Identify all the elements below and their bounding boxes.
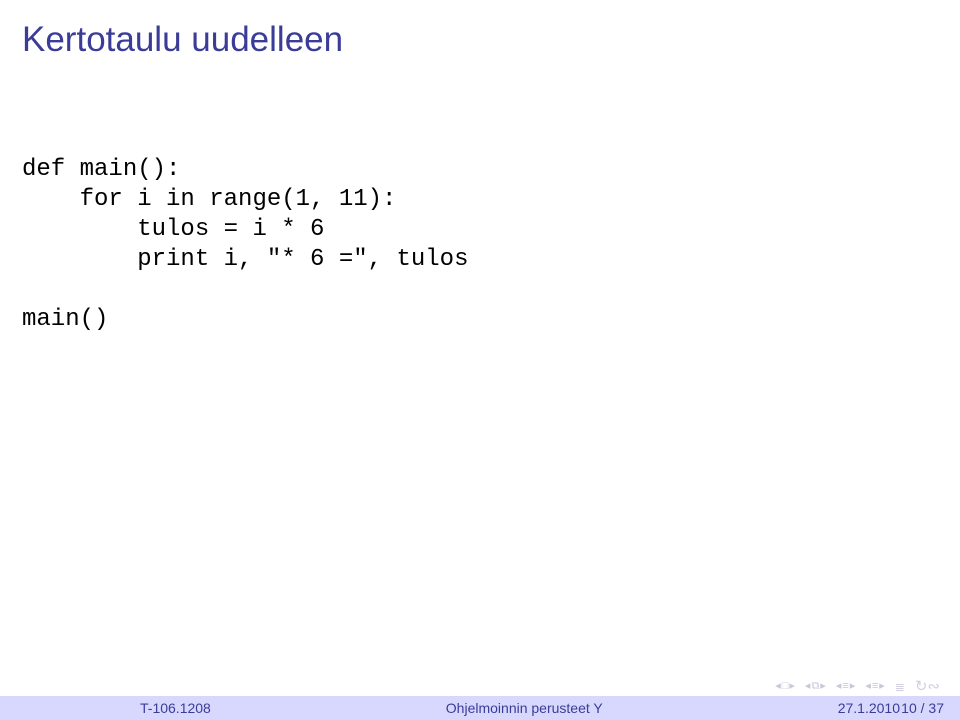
footer-course-name: Ohjelmoinnin perusteet Y [211,700,838,716]
footer-course-code: T-106.1208 [0,700,211,716]
bars-end-icon[interactable]: ≣ [895,681,905,693]
footer-bar: T-106.1208 Ohjelmoinnin perusteet Y 27.1… [0,696,960,720]
triangle-left-icon: ◂ [805,681,811,692]
loop-icon[interactable]: ↻∾ [915,679,940,694]
bars-icon: ≡ [872,681,878,692]
triangle-left-icon: ◂ [836,681,842,692]
bars-icon: ≡ [842,681,848,692]
triangle-left-icon: ◂ [775,681,781,692]
triangle-right-icon: ▸ [820,681,826,692]
nav-back-group[interactable]: ◂ ≡ ▸ [836,681,855,692]
footer-page-number: 10 / 37 [901,700,944,716]
triangle-right-icon: ▸ [789,681,795,692]
triangle-right-icon: ▸ [879,681,885,692]
slide-title: Kertotaulu uudelleen [22,20,343,60]
nav-forward-group[interactable]: ◂ ≡ ▸ [865,681,884,692]
slide: Kertotaulu uudelleen def main(): for i i… [0,0,960,720]
triangle-left-icon: ◂ [865,681,871,692]
nav-prev-group[interactable]: ◂ ⧉ ▸ [805,681,826,692]
nav-first-group[interactable]: ◂ □ ▸ [775,681,795,692]
square-icon: □ [782,681,789,692]
double-page-icon: ⧉ [811,681,819,692]
triangle-right-icon: ▸ [850,681,856,692]
nav-icons: ◂ □ ▸ ◂ ⧉ ▸ ◂ ≡ ▸ ◂ ≡ ▸ ≣ ↻∾ [775,679,940,694]
code-block: def main(): for i in range(1, 11): tulos… [22,155,468,335]
